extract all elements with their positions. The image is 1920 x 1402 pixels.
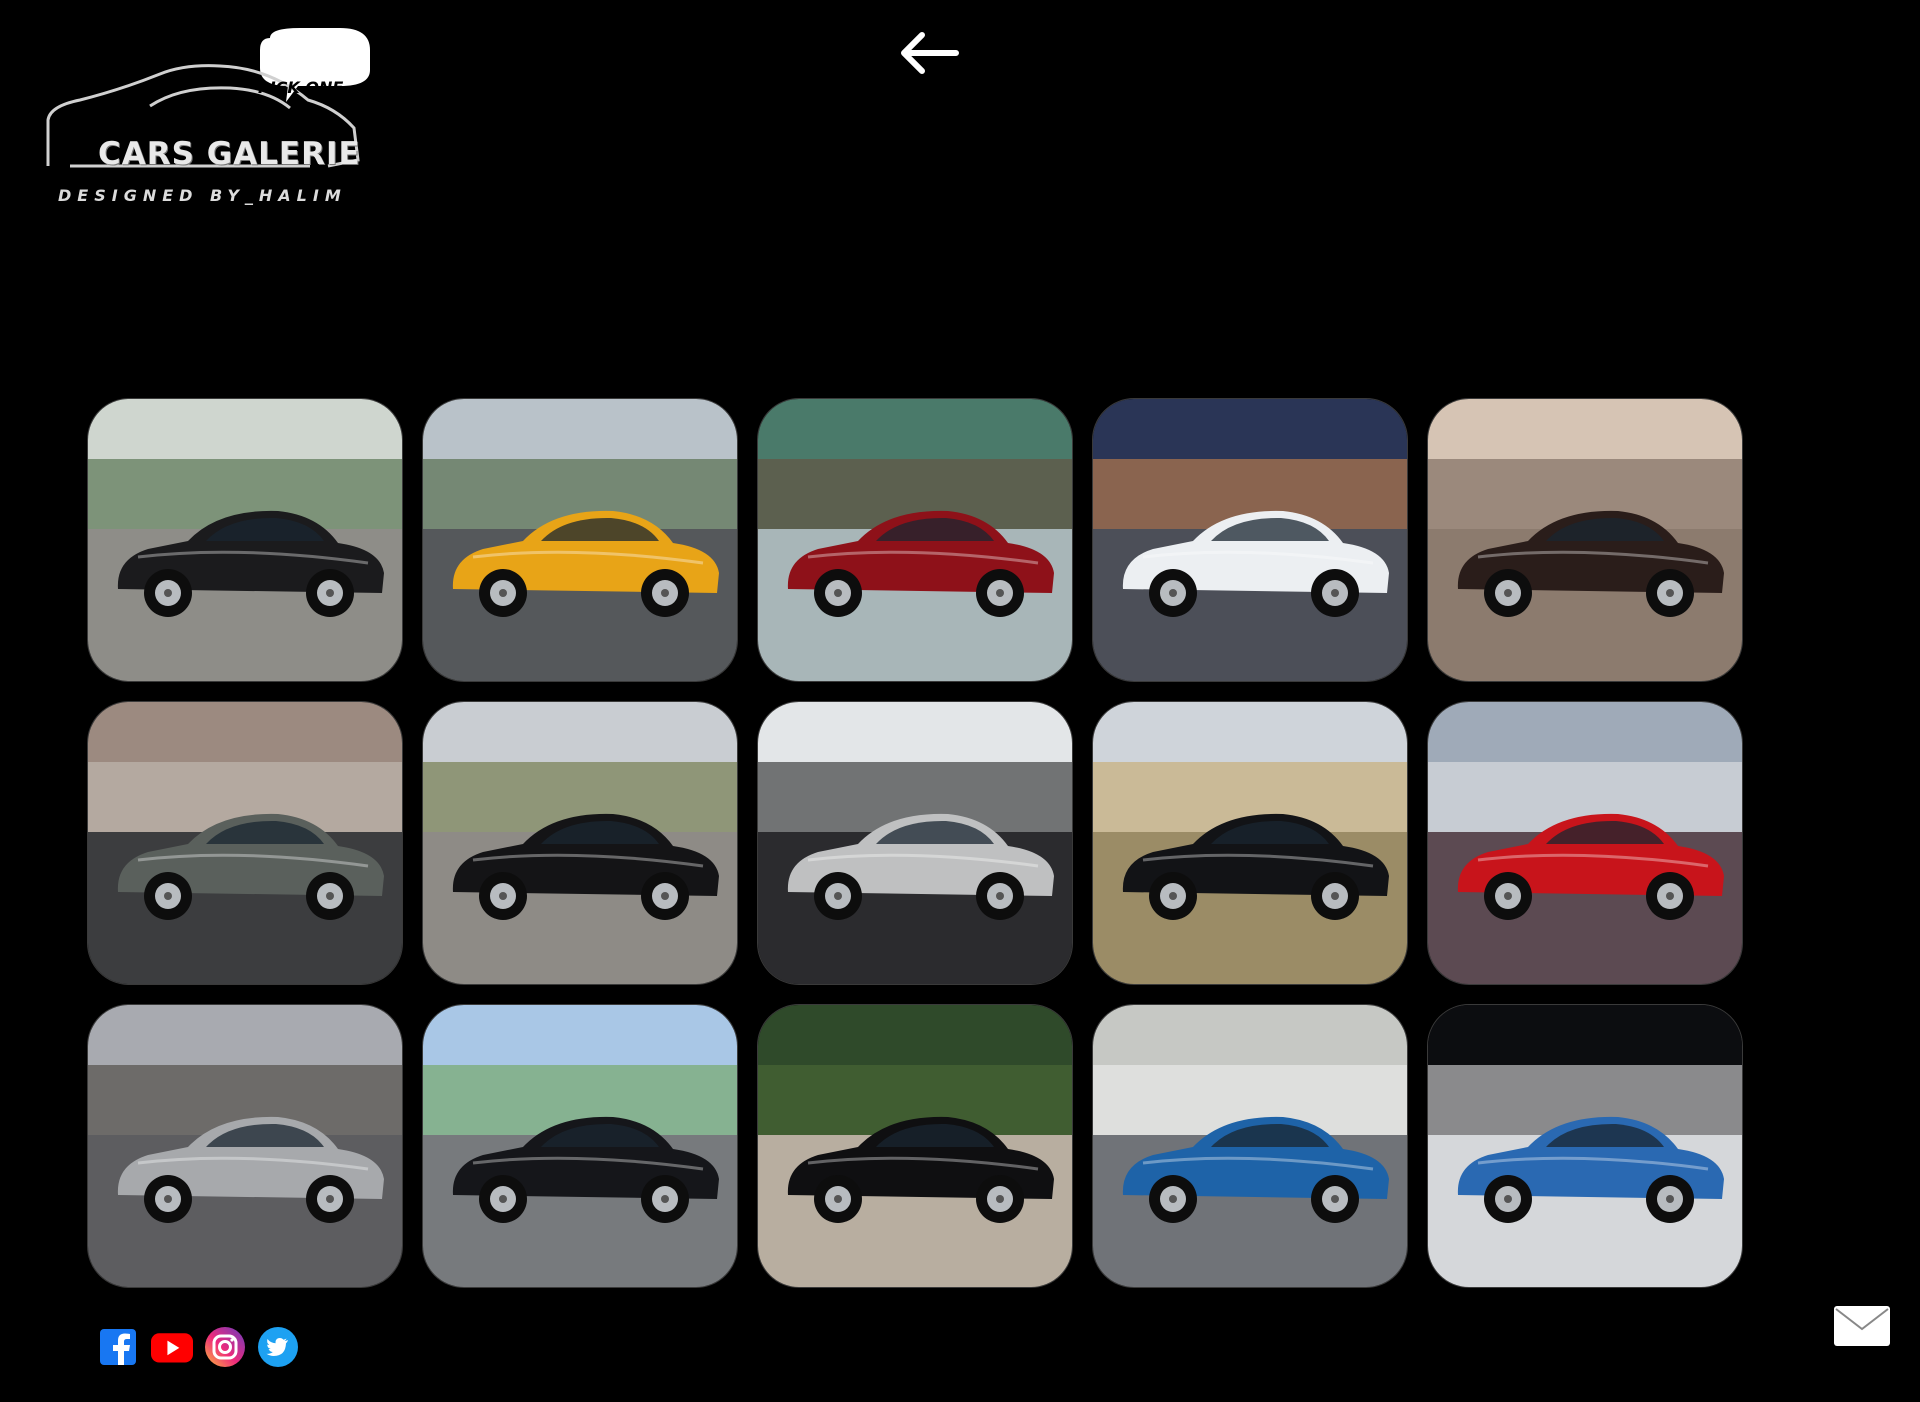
car-photo-bel-air-interior <box>758 702 1072 984</box>
social-links <box>98 1326 299 1368</box>
car-photo-black-impala-garage <box>423 1005 737 1287</box>
car-photo-black-corvette-c3 <box>758 1005 1072 1287</box>
car-photo-sepia-impala-67 <box>1428 399 1742 681</box>
gallery-card-bel-air-interior[interactable] <box>757 701 1073 985</box>
gallery-card-blue-camaro-ss-convertible[interactable] <box>1427 1004 1743 1288</box>
car-gallery <box>87 398 1743 1288</box>
car-photo-white-camaro-neon <box>1093 399 1407 681</box>
car-photo-blue-camaro-z28 <box>1093 1005 1407 1287</box>
gallery-card-silver-camaro-68[interactable] <box>87 1004 403 1288</box>
gallery-card-black-impala-garage[interactable] <box>422 1004 738 1288</box>
arrow-left-icon <box>901 32 959 74</box>
car-photo-blue-camaro-ss-convertible <box>1428 1005 1742 1287</box>
logo-title: CARS GALERIE <box>98 136 361 172</box>
car-photo-black-corvette-c1 <box>1093 702 1407 984</box>
gallery-card-black-modern-camaro[interactable] <box>87 398 403 682</box>
car-photo-black-bel-air-57 <box>423 702 737 984</box>
car-photo-red-classic-nova <box>758 399 1072 681</box>
logo-bubble-text: PICK ONE <box>258 78 344 97</box>
gallery-card-white-camaro-neon[interactable] <box>1092 398 1408 682</box>
car-photo-silver-camaro-68 <box>88 1005 402 1287</box>
car-photo-green-chevy-pickup <box>88 702 402 984</box>
page: PICK ONE CARS GALERIE DESIGNED BY_HALIM <box>0 0 1920 1402</box>
gallery-card-black-corvette-c3[interactable] <box>757 1004 1073 1288</box>
mail-icon <box>1834 1306 1890 1346</box>
gallery-card-black-corvette-c1[interactable] <box>1092 701 1408 985</box>
mail-button[interactable] <box>1834 1306 1890 1346</box>
youtube-icon[interactable] <box>151 1326 193 1368</box>
instagram-icon[interactable] <box>204 1326 246 1368</box>
facebook-icon[interactable] <box>98 1326 140 1368</box>
gallery-card-red-corvette-stingray[interactable] <box>1427 701 1743 985</box>
twitter-icon[interactable] <box>257 1326 299 1368</box>
gallery-card-sepia-impala-67[interactable] <box>1427 398 1743 682</box>
gallery-card-yellow-camaro-bumblebee[interactable] <box>422 398 738 682</box>
gallery-card-green-chevy-pickup[interactable] <box>87 701 403 985</box>
car-photo-red-corvette-stingray <box>1428 702 1742 984</box>
car-photo-black-modern-camaro <box>88 399 402 681</box>
site-logo[interactable]: PICK ONE CARS GALERIE DESIGNED BY_HALIM <box>40 28 370 213</box>
gallery-card-black-bel-air-57[interactable] <box>422 701 738 985</box>
logo-subtitle: DESIGNED BY_HALIM <box>58 186 347 205</box>
car-photo-yellow-camaro-bumblebee <box>423 399 737 681</box>
gallery-card-red-classic-nova[interactable] <box>757 398 1073 682</box>
back-button[interactable] <box>898 30 960 76</box>
gallery-card-blue-camaro-z28[interactable] <box>1092 1004 1408 1288</box>
